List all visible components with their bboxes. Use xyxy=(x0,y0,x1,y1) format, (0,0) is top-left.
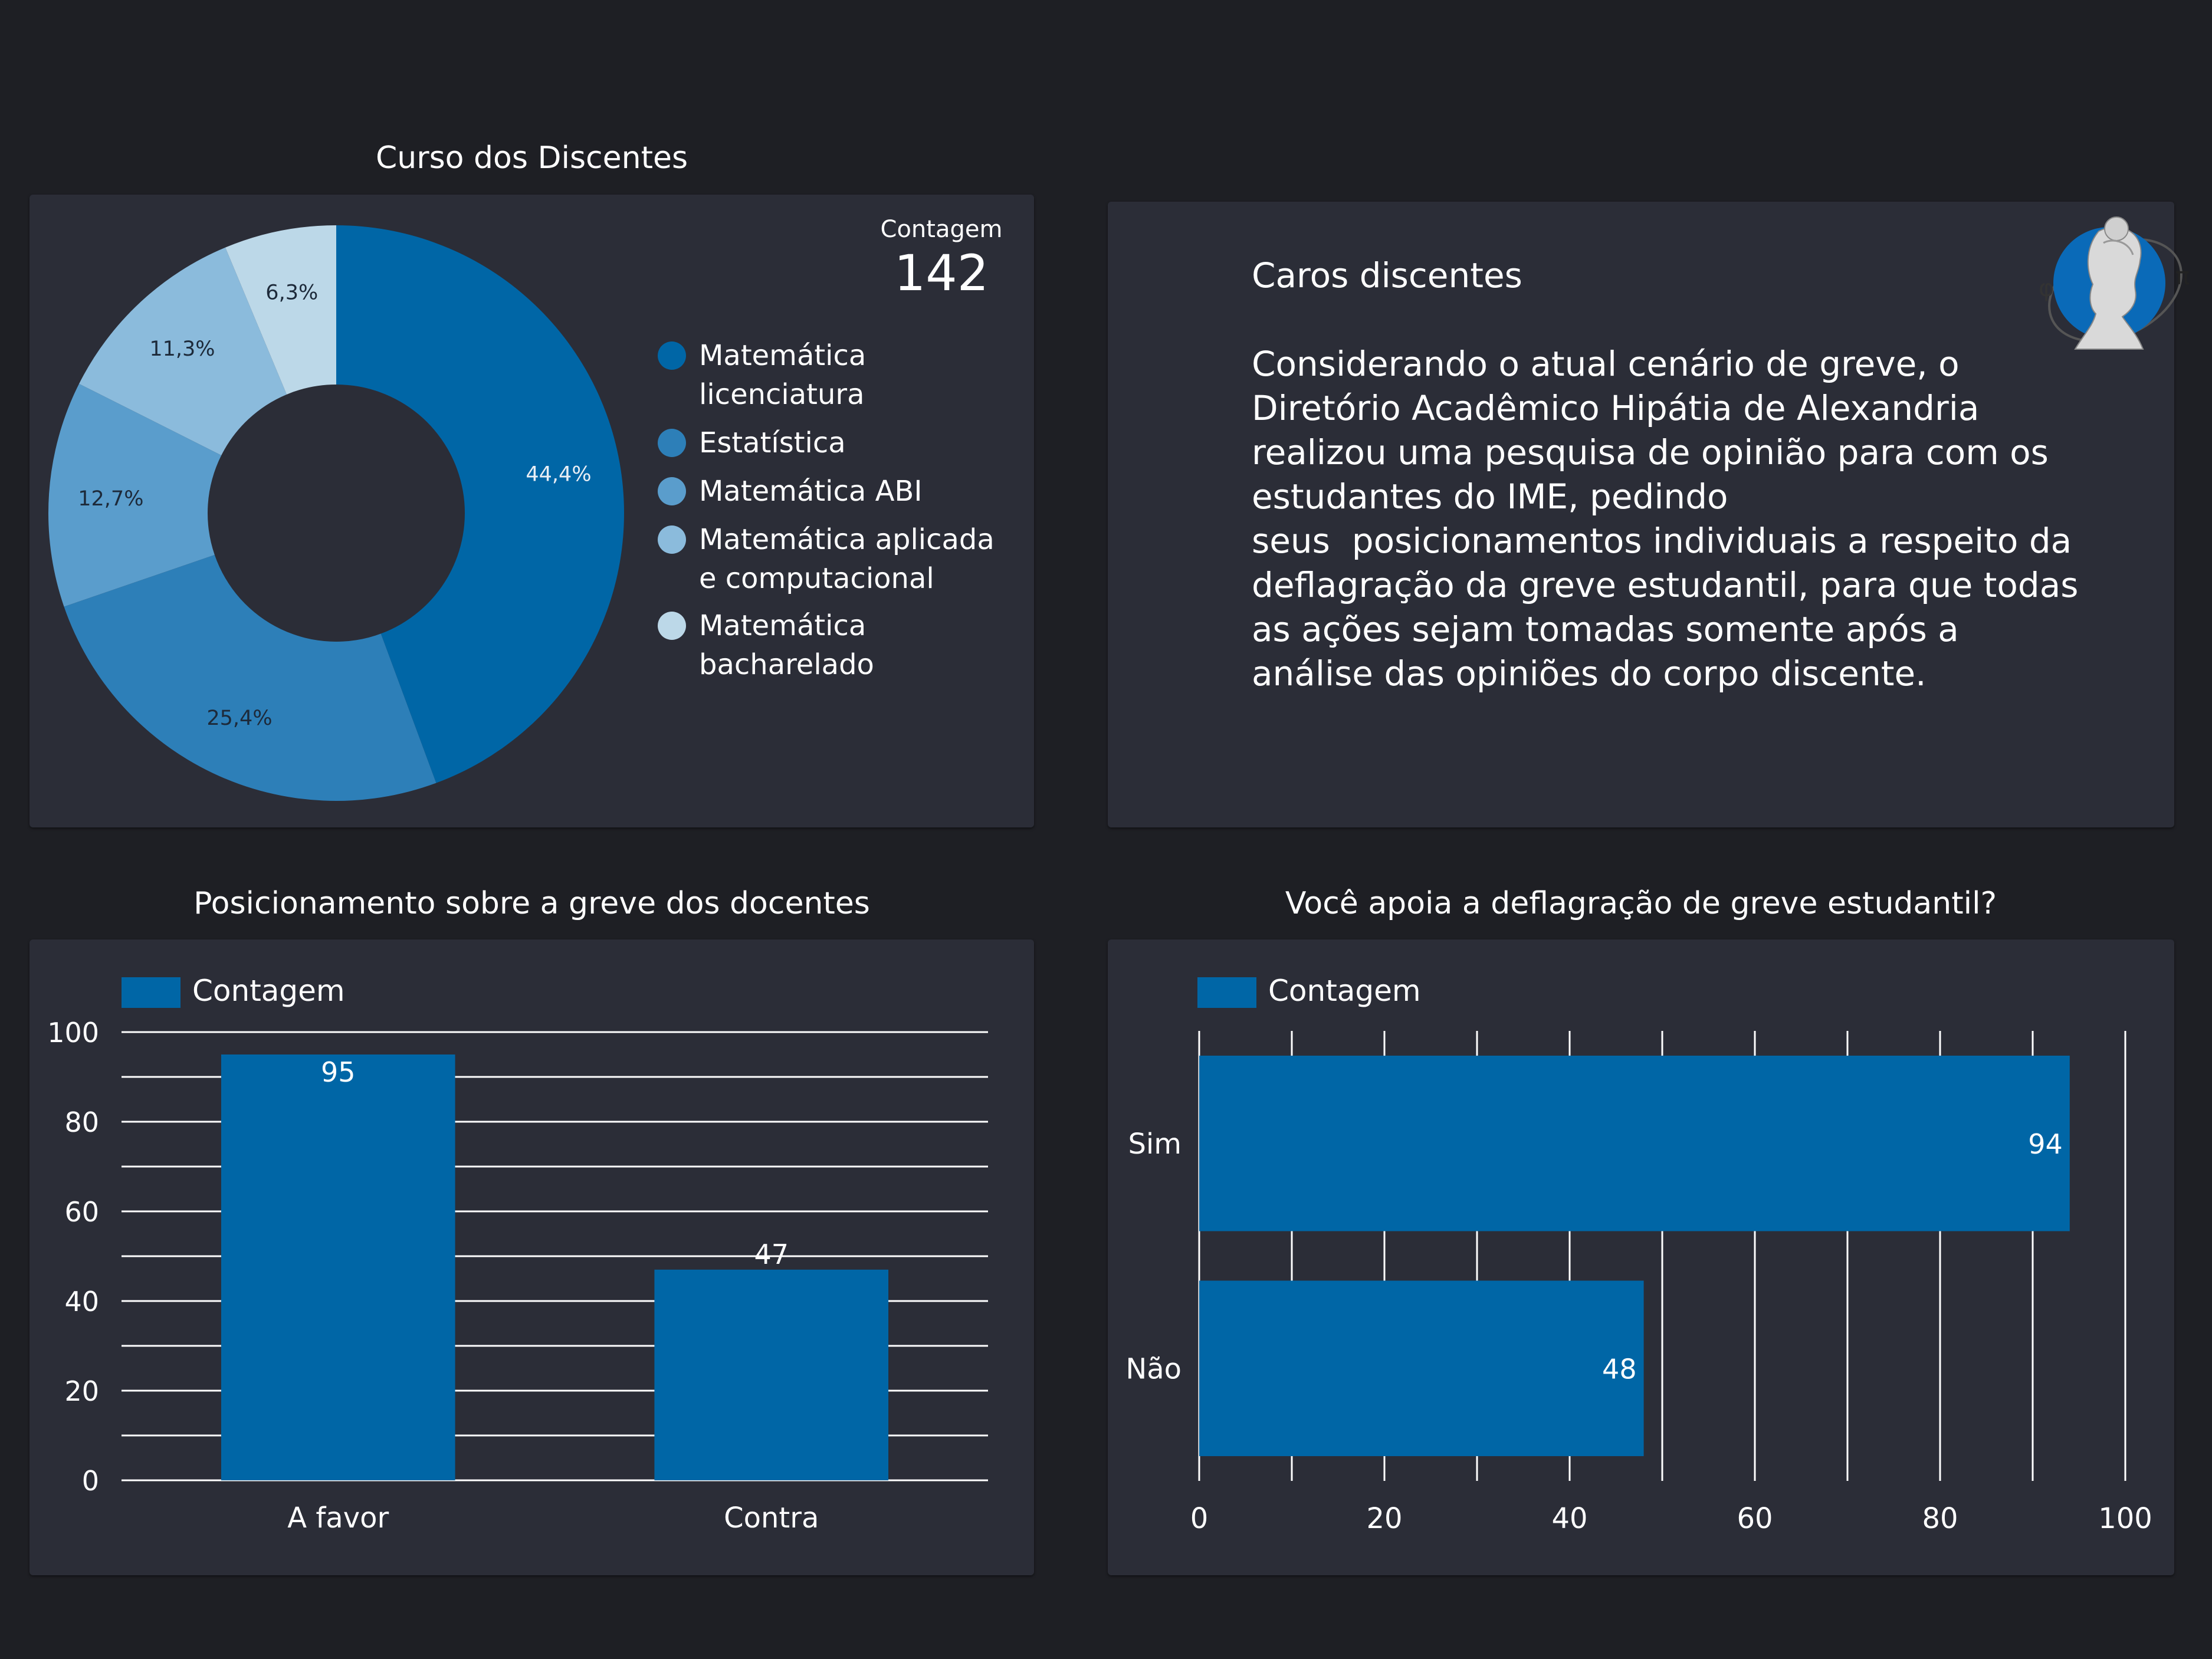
x-tick-label: 20 xyxy=(1366,1502,1402,1535)
legend-label: Matemática ABI xyxy=(699,475,923,508)
message-body: Considerando o atual cenário de greve, o… xyxy=(1252,344,2079,694)
pie-slice xyxy=(64,554,437,801)
donut-chart-title: Curso dos Discentes xyxy=(375,140,688,176)
bar-value-label: 94 xyxy=(2028,1128,2063,1160)
hbar-chart-card: Contagem 0 20 40 60 80 100 94 Sim 48 Não xyxy=(1108,939,2174,1575)
pie-slice-label: 6,3% xyxy=(265,281,318,304)
legend-label: Matemática aplicada e computacional xyxy=(699,523,995,595)
bar xyxy=(654,1269,889,1480)
legend-label: Matemática bacharelado xyxy=(699,609,874,681)
bar-value-label: 48 xyxy=(1602,1353,1637,1385)
hbar-chart-title: Você apoia a deflagração de greve estuda… xyxy=(1285,886,1997,921)
legend-item-licenciatura: Matemática licenciatura xyxy=(658,336,866,414)
legend-item-aplicada: Matemática aplicada e computacional xyxy=(658,520,995,598)
x-tick-label: A favor xyxy=(287,1502,389,1535)
y-tick-label: 80 xyxy=(64,1106,99,1138)
legend-dot xyxy=(658,525,686,554)
legend-dot xyxy=(658,612,686,640)
legend-dot xyxy=(658,477,686,505)
hypatia-logo-icon: φ π xyxy=(2039,216,2190,350)
hbar-chart: 0 20 40 60 80 100 94 Sim 48 Não xyxy=(1125,1031,2152,1535)
x-tick-label: 100 xyxy=(2098,1502,2152,1535)
x-tick-label: Contra xyxy=(724,1502,819,1535)
message-heading: Caros discentes xyxy=(1252,255,1522,295)
donut-chart-card: 44,4% 25,4% 12,7% 11,3% 6,3% Contagem 142 Ma… xyxy=(29,195,1034,827)
y-tick-label: 60 xyxy=(64,1196,99,1228)
y-tick-label: 40 xyxy=(64,1286,99,1318)
message-card: Caros discentes Considerando o atual cen… xyxy=(1108,202,2190,827)
pie-slice-label: 44,4% xyxy=(526,462,591,486)
y-tick-label: 100 xyxy=(47,1017,99,1049)
bar-value-label: 47 xyxy=(754,1238,789,1270)
bar-value-label: 95 xyxy=(321,1056,356,1088)
y-tick-label: Não xyxy=(1125,1352,1182,1385)
x-tick-label: 40 xyxy=(1551,1502,1587,1535)
y-tick-label: 20 xyxy=(64,1375,99,1407)
count-value: 142 xyxy=(894,244,989,302)
legend-label: Matemática licenciatura xyxy=(699,339,867,411)
count-label: Contagem xyxy=(880,216,1003,243)
svg-text:φ: φ xyxy=(2039,275,2054,302)
x-tick-label: 60 xyxy=(1737,1502,1773,1535)
bar xyxy=(1199,1055,2070,1231)
legend-item-abi: Matemática ABI xyxy=(658,472,923,511)
x-tick-label: 0 xyxy=(1190,1502,1209,1535)
x-tick-label: 80 xyxy=(1922,1502,1958,1535)
legend-dot xyxy=(658,429,686,457)
bar xyxy=(1199,1280,1644,1457)
pie-slice-label: 12,7% xyxy=(78,487,143,511)
pie-slice-label: 11,3% xyxy=(149,337,215,361)
y-tick-label: Sim xyxy=(1128,1128,1182,1161)
legend-item-bacharelado: Matemática bacharelado xyxy=(658,606,874,684)
pie-slice-label: 25,4% xyxy=(206,707,272,730)
legend-item-estatistica: Estatística xyxy=(658,423,846,462)
bar-chart-card: Contagem 0 20 40 60 80 100 95 A favor 47 Contra xyxy=(29,939,1034,1575)
bar-chart-title: Posicionamento sobre a greve dos docente… xyxy=(193,886,870,921)
legend-dot xyxy=(658,341,686,370)
y-tick-label: 0 xyxy=(82,1465,99,1497)
svg-text:π: π xyxy=(2175,263,2190,290)
bar-chart: 0 20 40 60 80 100 95 A favor 47 Contra xyxy=(47,1017,988,1535)
bar xyxy=(221,1054,455,1480)
legend-label: Estatística xyxy=(699,426,846,459)
